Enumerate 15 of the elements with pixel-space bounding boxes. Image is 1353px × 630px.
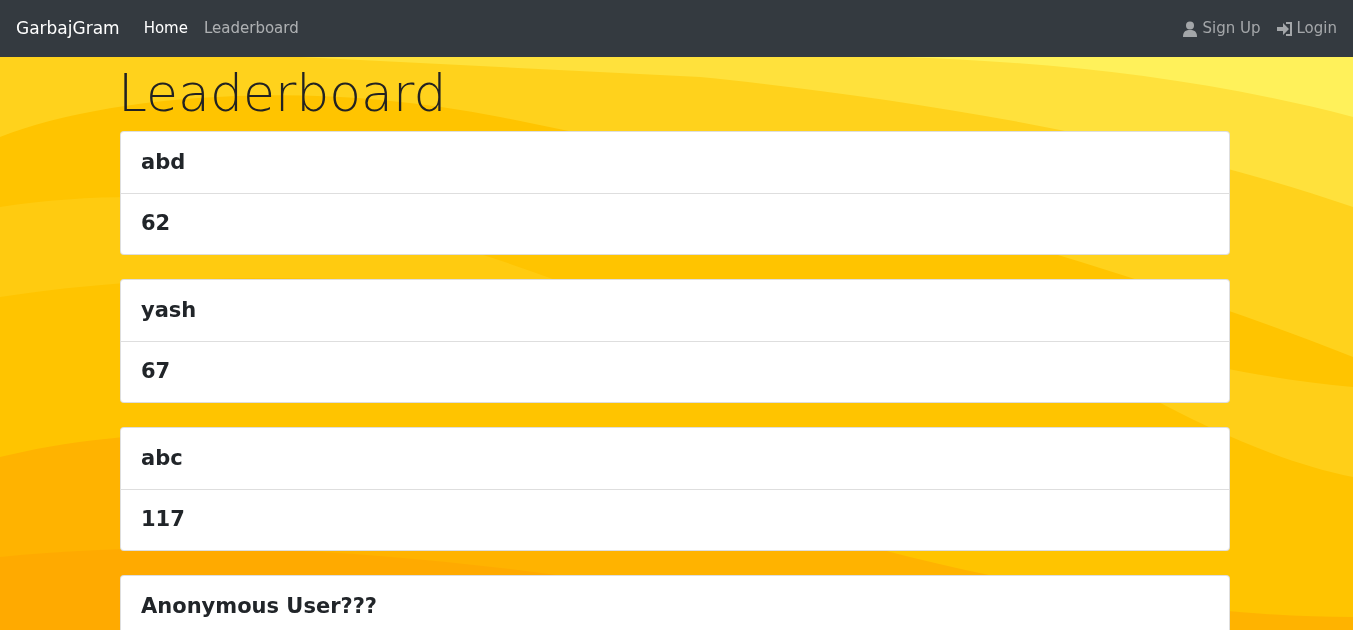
score: 117 — [141, 506, 185, 534]
nav-link[interactable]: Login — [1276, 17, 1337, 40]
page-heading: Leaderboard — [118, 67, 448, 119]
nav-link[interactable]: Leaderboard — [203, 17, 299, 40]
score: 67 — [141, 358, 171, 386]
score: 62 — [141, 210, 171, 238]
nav-link[interactable]: Sign Up — [1182, 17, 1261, 40]
user-icon — [1182, 20, 1199, 37]
login-icon — [1276, 20, 1293, 37]
brand-link[interactable]: GarbajGram — [16, 15, 120, 42]
user-name: yash — [141, 296, 197, 324]
nav-link[interactable]: Home — [143, 17, 188, 40]
user-name: Anonymous User??? — [141, 592, 378, 620]
user-name: abd — [141, 148, 186, 176]
user-name: abc — [141, 444, 183, 472]
